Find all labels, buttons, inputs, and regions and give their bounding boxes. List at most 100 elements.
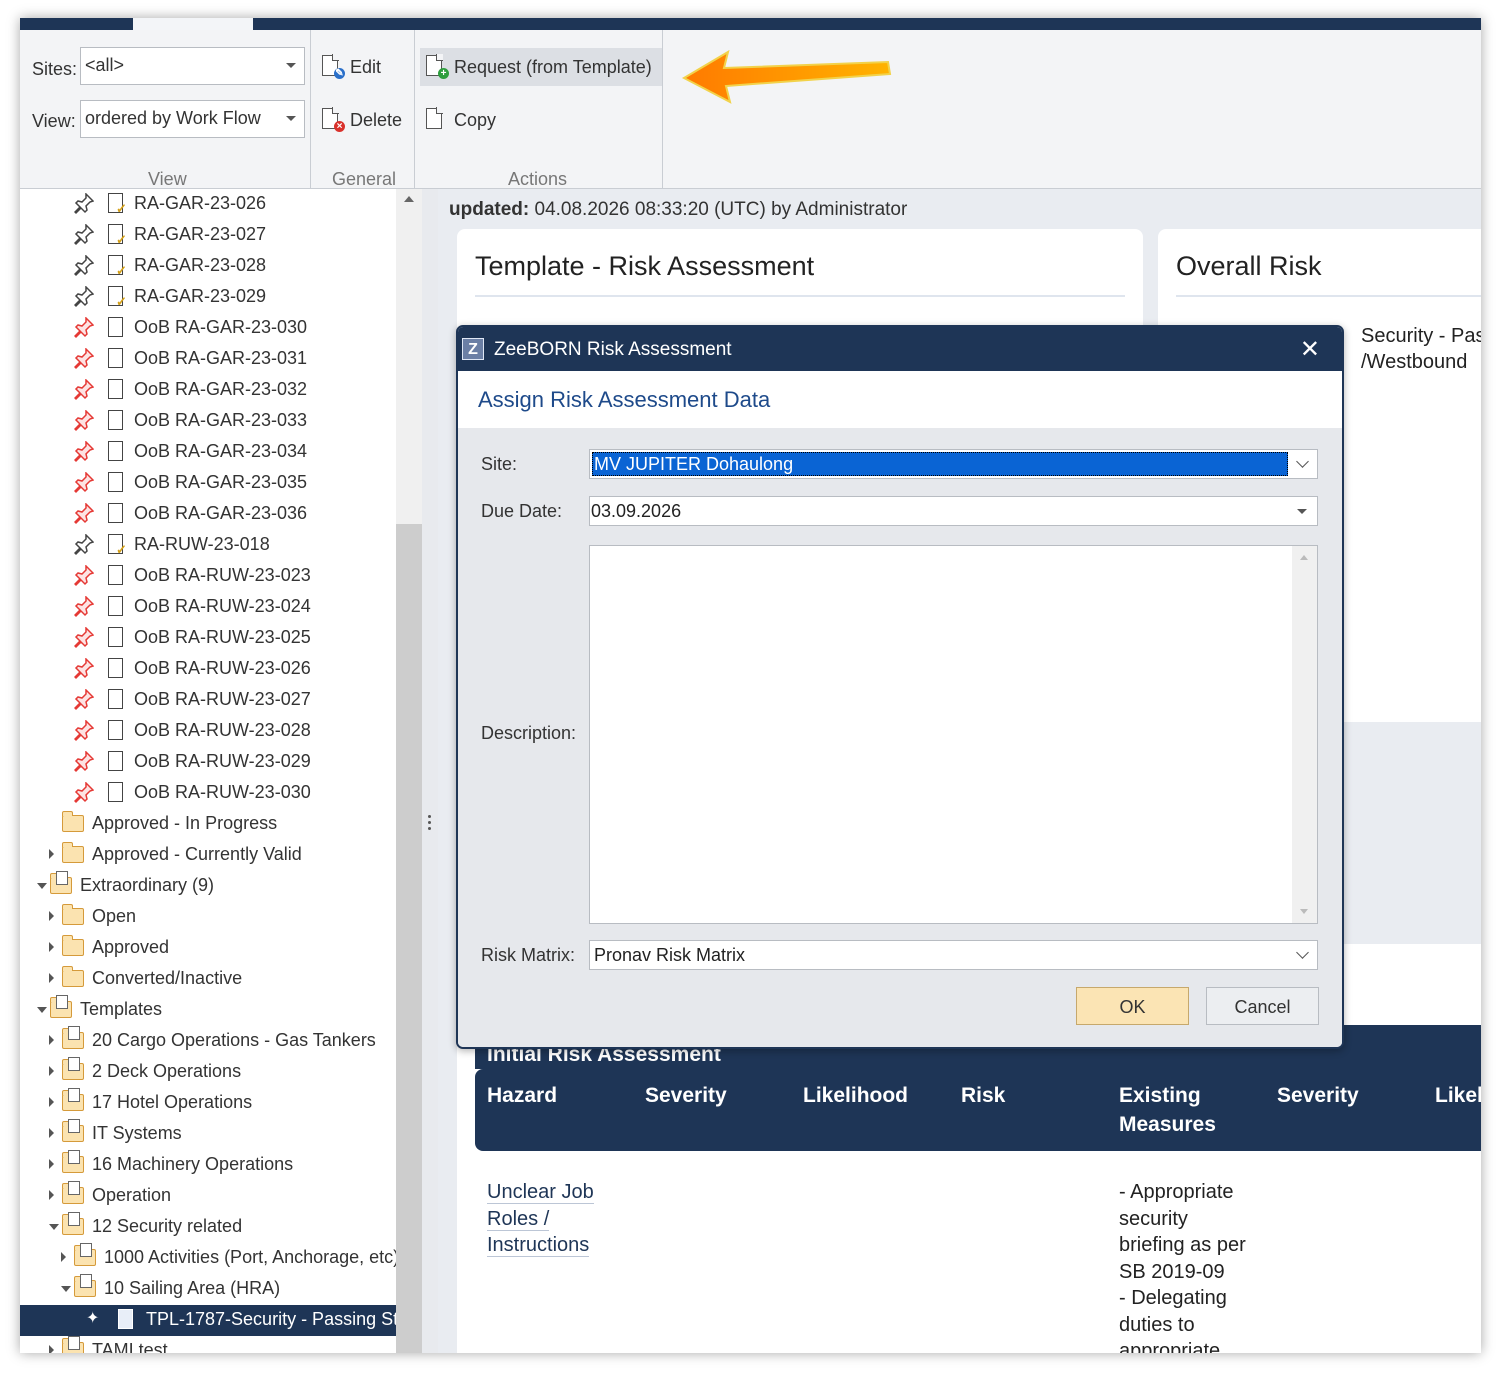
tree-folder-item[interactable]: 16 Machinery Operations	[20, 1150, 416, 1181]
red-pin-icon[interactable]	[74, 751, 94, 773]
red-pin-icon[interactable]	[74, 596, 94, 618]
red-pin-icon[interactable]	[74, 317, 94, 339]
expand-arrow-icon[interactable]	[49, 1097, 54, 1107]
tree-folder-item[interactable]: 17 Hotel Operations	[20, 1088, 416, 1119]
red-pin-icon[interactable]	[74, 658, 94, 680]
expand-arrow-icon[interactable]	[49, 973, 54, 983]
tree-folder-item[interactable]: Templates	[20, 995, 416, 1026]
delete-button[interactable]: × Delete	[316, 101, 412, 139]
tree-document-item[interactable]: OoB RA-RUW-23-026	[20, 654, 416, 685]
risk-matrix-dropdown[interactable]: Pronav Risk Matrix	[589, 940, 1318, 970]
tree-item-label: Approved - In Progress	[92, 813, 278, 833]
ribbon-tab-active[interactable]	[133, 18, 253, 30]
red-pin-icon[interactable]	[74, 720, 94, 742]
red-pin-icon[interactable]	[74, 472, 94, 494]
red-pin-icon[interactable]	[74, 379, 94, 401]
red-pin-icon[interactable]	[74, 348, 94, 370]
expand-arrow-icon[interactable]	[49, 942, 54, 952]
tree-folder-item[interactable]: IT Systems	[20, 1119, 416, 1150]
tree-document-item[interactable]: OoB RA-RUW-23-025	[20, 623, 416, 654]
tree-folder-item[interactable]: Converted/Inactive	[20, 964, 416, 995]
scroll-up-icon[interactable]	[404, 196, 414, 202]
tree-document-item[interactable]: OoB RA-RUW-23-028	[20, 716, 416, 747]
tree-document-item[interactable]: OoB RA-GAR-23-031	[20, 344, 416, 375]
scroll-up-icon[interactable]	[1300, 555, 1308, 560]
description-textarea[interactable]	[589, 545, 1318, 924]
red-pin-icon[interactable]	[74, 689, 94, 711]
cancel-button[interactable]: Cancel	[1206, 987, 1319, 1025]
tree-document-item[interactable]: ✓ RA-GAR-23-029	[20, 282, 416, 313]
scroll-down-icon[interactable]	[1300, 909, 1308, 914]
tree-folder-item[interactable]: TAMI test	[20, 1336, 416, 1353]
collapse-arrow-icon[interactable]	[37, 883, 47, 889]
expand-arrow-icon[interactable]	[61, 1252, 66, 1262]
expand-arrow-icon[interactable]	[49, 1035, 54, 1045]
tree-document-item[interactable]: OoB RA-GAR-23-033	[20, 406, 416, 437]
tree-folder-item[interactable]: 12 Security related	[20, 1212, 416, 1243]
tree-document-item[interactable]: ✦ TPL-1787-Security - Passing Stra	[20, 1305, 416, 1336]
hazard-link[interactable]: Unclear Job Roles / Instructions	[487, 1179, 594, 1259]
sites-dropdown[interactable]: <all>	[80, 47, 305, 85]
tree-document-item[interactable]: OoB RA-RUW-23-027	[20, 685, 416, 716]
expand-arrow-icon[interactable]	[49, 1128, 54, 1138]
tree-document-item[interactable]: OoB RA-GAR-23-035	[20, 468, 416, 499]
tree-folder-item[interactable]: Approved - In Progress	[20, 809, 416, 840]
view-dropdown[interactable]: ordered by Work Flow	[80, 100, 305, 138]
red-pin-icon[interactable]	[74, 782, 94, 804]
pin-icon[interactable]	[74, 255, 94, 277]
tree-folder-item[interactable]: Open	[20, 902, 416, 933]
tree-folder-item[interactable]: Approved	[20, 933, 416, 964]
expand-arrow-icon[interactable]	[49, 1066, 54, 1076]
red-pin-icon[interactable]	[74, 410, 94, 432]
request-from-template-button[interactable]: + Request (from Template)	[420, 48, 662, 86]
tree-document-item[interactable]: OoB RA-GAR-23-030	[20, 313, 416, 344]
tree-folder-item[interactable]: 1000 Activities (Port, Anchorage, etc)	[20, 1243, 416, 1274]
tree-document-item[interactable]: OoB RA-RUW-23-030	[20, 778, 416, 809]
tree-document-item[interactable]: ✓ RA-GAR-23-028	[20, 251, 416, 282]
copy-button[interactable]: Copy	[420, 101, 506, 139]
expand-arrow-icon[interactable]	[49, 1190, 54, 1200]
close-icon[interactable]: ✕	[1300, 335, 1320, 364]
pin-icon[interactable]	[74, 193, 94, 215]
tree-document-item[interactable]: ✓ RA-GAR-23-026	[20, 189, 416, 220]
hazard-link-line[interactable]: Unclear Job	[487, 1181, 594, 1204]
description-scrollbar[interactable]	[1292, 546, 1317, 923]
tree-document-item[interactable]: ✓ RA-GAR-23-027	[20, 220, 416, 251]
hazard-link-line[interactable]: Roles /	[487, 1207, 550, 1231]
pin-icon[interactable]	[74, 534, 94, 556]
expand-arrow-icon[interactable]	[49, 1159, 54, 1169]
hazard-link-line[interactable]: Instructions	[487, 1234, 590, 1257]
tree-document-item[interactable]: OoB RA-RUW-23-023	[20, 561, 416, 592]
due-date-picker[interactable]: 03.09.2026	[589, 496, 1318, 526]
edit-button[interactable]: ✎ Edit	[316, 48, 391, 86]
pin-icon[interactable]: ✦	[86, 1308, 99, 1328]
ok-button[interactable]: OK	[1076, 987, 1189, 1025]
tree-document-item[interactable]: OoB RA-GAR-23-034	[20, 437, 416, 468]
tree-folder-item[interactable]: Extraordinary (9)	[20, 871, 416, 902]
red-pin-icon[interactable]	[74, 565, 94, 587]
tree-folder-item[interactable]: 20 Cargo Operations - Gas Tankers	[20, 1026, 416, 1057]
tree-document-item[interactable]: OoB RA-GAR-23-032	[20, 375, 416, 406]
expand-arrow-icon[interactable]	[49, 1345, 54, 1353]
red-pin-icon[interactable]	[74, 627, 94, 649]
tree-folder-item[interactable]: Operation	[20, 1181, 416, 1212]
tree-folder-item[interactable]: Approved - Currently Valid	[20, 840, 416, 871]
collapse-arrow-icon[interactable]	[49, 1224, 59, 1230]
collapse-arrow-icon[interactable]	[61, 1286, 71, 1292]
tree-scrollbar-thumb[interactable]	[396, 524, 422, 1353]
site-dropdown[interactable]: MV JUPITER Dohaulong	[589, 449, 1318, 479]
tree-folder-item[interactable]: 2 Deck Operations	[20, 1057, 416, 1088]
expand-arrow-icon[interactable]	[49, 849, 54, 859]
tree-document-item[interactable]: ✓ RA-RUW-23-018	[20, 530, 416, 561]
pin-icon[interactable]	[74, 286, 94, 308]
tree-document-item[interactable]: OoB RA-RUW-23-024	[20, 592, 416, 623]
tree-folder-item[interactable]: 10 Sailing Area (HRA)	[20, 1274, 416, 1305]
tree-document-item[interactable]: OoB RA-RUW-23-029	[20, 747, 416, 778]
collapse-arrow-icon[interactable]	[37, 1007, 47, 1013]
pane-splitter[interactable]	[422, 189, 438, 1353]
expand-arrow-icon[interactable]	[49, 911, 54, 921]
red-pin-icon[interactable]	[74, 503, 94, 525]
pin-icon[interactable]	[74, 224, 94, 246]
tree-document-item[interactable]: OoB RA-GAR-23-036	[20, 499, 416, 530]
red-pin-icon[interactable]	[74, 441, 94, 463]
